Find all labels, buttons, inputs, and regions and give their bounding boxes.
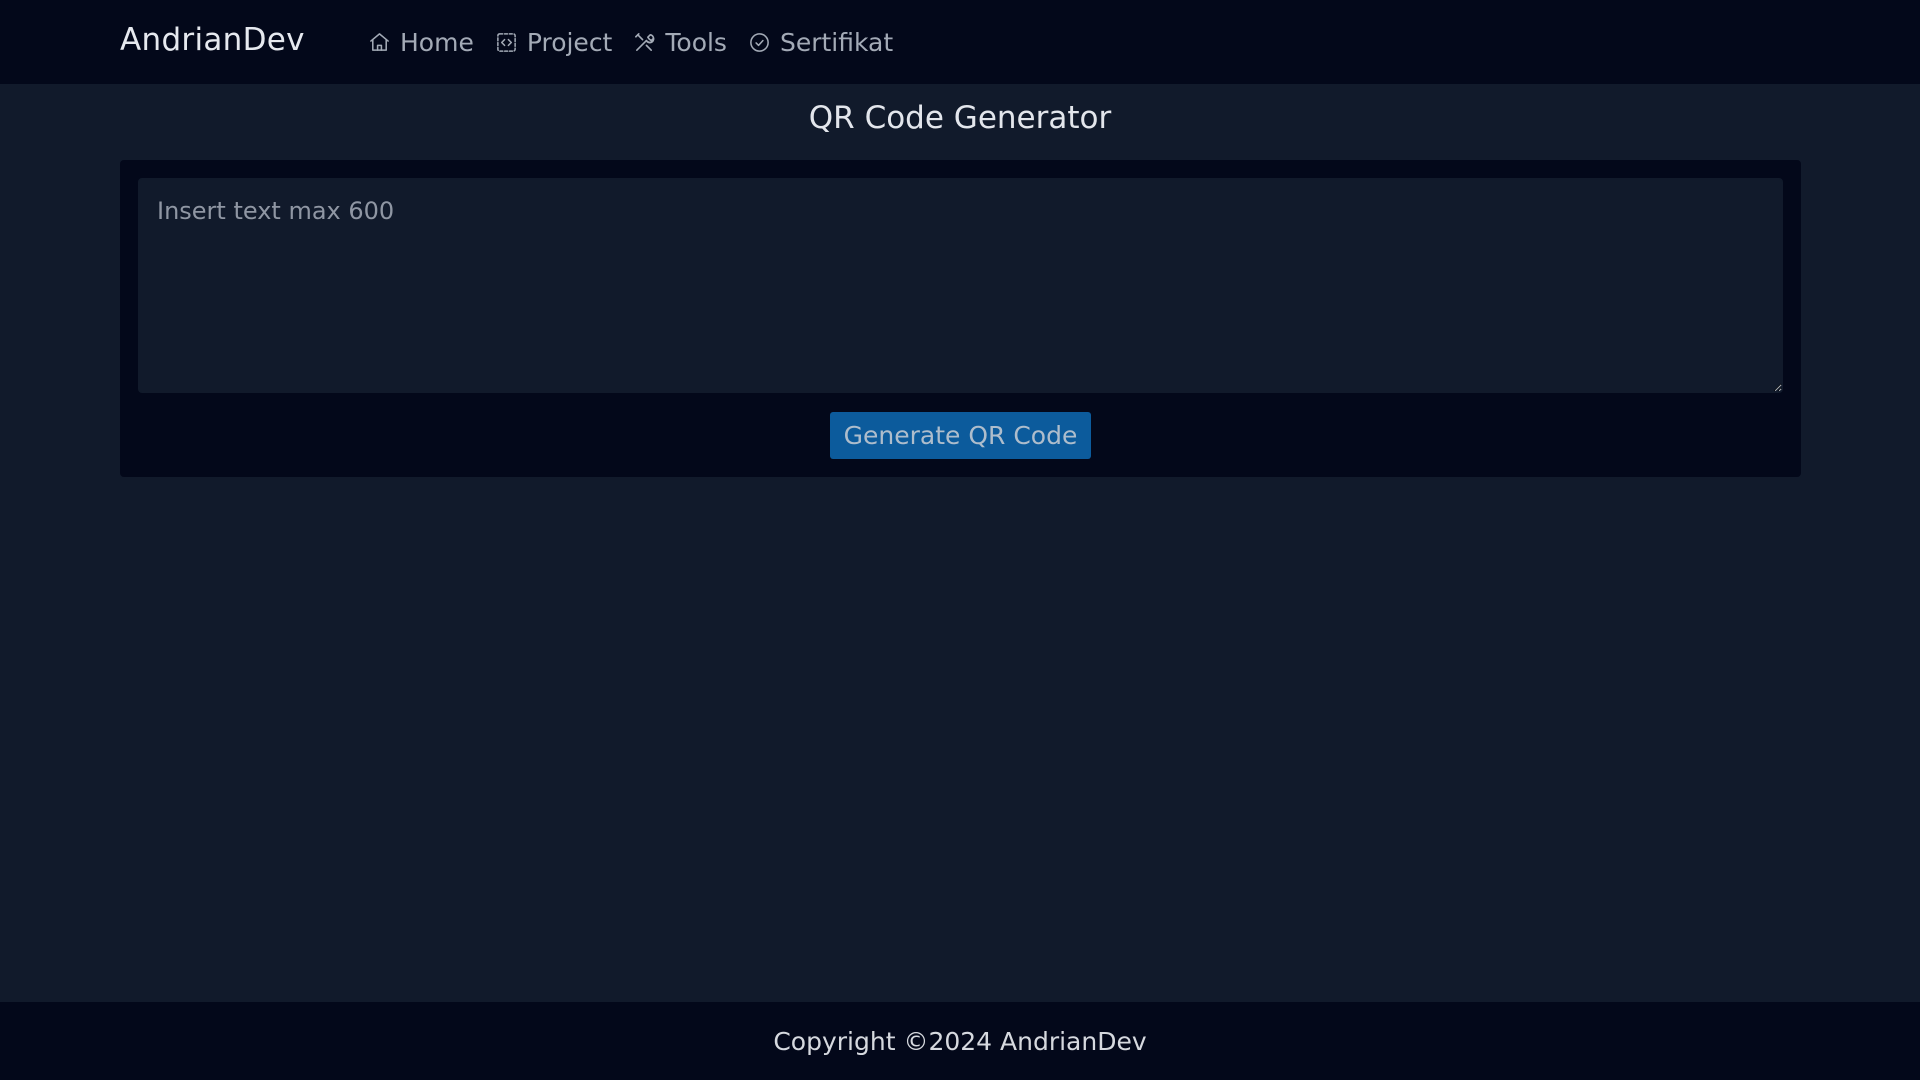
nav-label-sertifikat: Sertifikat — [779, 27, 894, 57]
page-title: QR Code Generator — [808, 100, 1112, 136]
tools-icon — [633, 31, 656, 54]
qr-text-input[interactable] — [138, 178, 1783, 393]
nav-item-tools[interactable]: Tools — [633, 28, 727, 57]
home-icon — [368, 31, 391, 54]
code-square-icon — [495, 31, 518, 54]
qr-generator-card: Generate QR Code — [120, 160, 1801, 477]
nav-label-home: Home — [400, 27, 474, 57]
footer-copyright: Copyright ©2024 AndrianDev — [773, 1026, 1147, 1056]
nav-item-sertifikat[interactable]: Sertifikat — [748, 28, 893, 57]
top-navbar: AndrianDev Home Project Tools Sertifikat — [0, 0, 1920, 84]
brand-logo-text[interactable]: AndrianDev — [120, 22, 305, 58]
main-nav: Home Project Tools Sertifikat — [368, 22, 914, 62]
nav-label-tools: Tools — [665, 27, 727, 57]
check-circle-icon — [748, 31, 771, 54]
nav-item-project[interactable]: Project — [495, 27, 613, 57]
footer: Copyright ©2024 AndrianDev — [0, 1002, 1920, 1080]
nav-item-home[interactable]: Home — [368, 28, 474, 57]
generate-qr-button[interactable]: Generate QR Code — [830, 412, 1091, 459]
nav-label-project: Project — [526, 27, 613, 57]
